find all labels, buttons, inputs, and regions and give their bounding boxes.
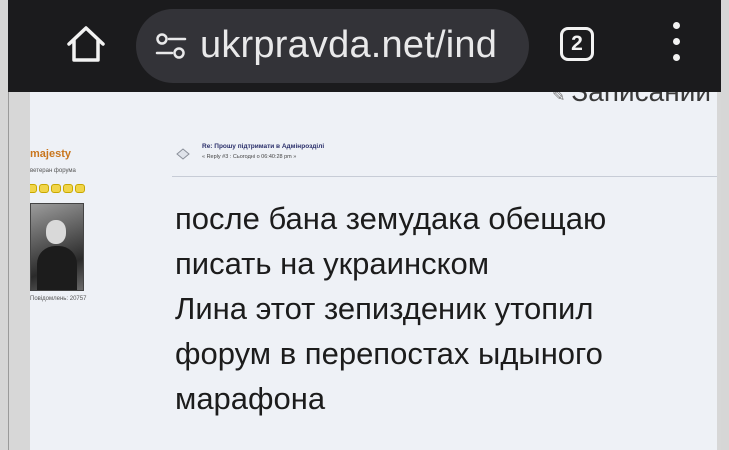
more-vert-icon[interactable] (670, 22, 682, 68)
right-frame-border (721, 0, 729, 450)
record-icon: ✎ (551, 92, 566, 105)
address-bar[interactable]: ukrpravda.net/ind (136, 9, 529, 83)
home-button[interactable] (64, 22, 108, 66)
logged-label: ✎ Записаний (552, 92, 711, 108)
post-body-line: форум в перепостах ыдыного (175, 336, 603, 371)
post-body-line: после бана земудака обещаю (175, 201, 607, 236)
post-meta: « Reply #3 : Сьогодні о 06:40:28 pm » (202, 154, 297, 160)
post-divider (172, 176, 717, 177)
rank-stars (30, 180, 87, 198)
avatar[interactable] (30, 203, 84, 291)
post-body-line: Лина этот зепизденик утопил (175, 291, 594, 326)
post-body-line: марафона (175, 381, 326, 416)
tune-icon[interactable] (154, 29, 188, 63)
tab-switcher-button[interactable]: 2 (560, 27, 594, 61)
home-icon (67, 26, 105, 62)
browser-toolbar: ukrpravda.net/ind 2 (8, 0, 721, 92)
user-post-count: Повідомлень: 20757 (30, 296, 87, 302)
user-rank: ветеран форума (30, 168, 76, 174)
forum-page: ✎ Записаний majesty ветеран форума Повідо… (30, 92, 717, 450)
post-icon (176, 148, 190, 160)
post-body: после бана земудака обещаю писать на укр… (175, 196, 715, 421)
url-text[interactable]: ukrpravda.net/ind (200, 24, 497, 67)
post-title-link[interactable]: Re: Прошу підтримати в Адмінрозділі (202, 143, 324, 150)
post-body-line: писать на украинском (175, 246, 490, 281)
username-link[interactable]: majesty (30, 148, 71, 160)
logged-text: Записаний (571, 92, 711, 107)
